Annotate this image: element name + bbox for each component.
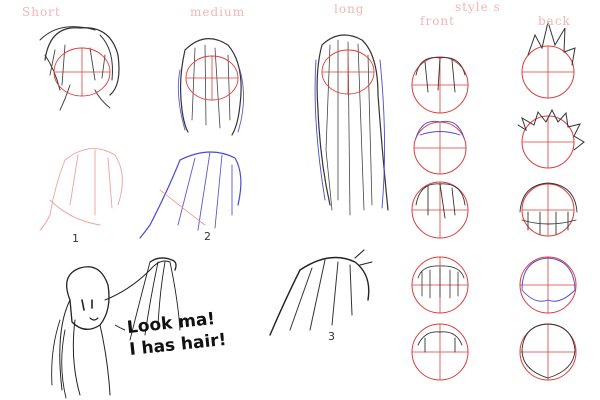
back-head-4 [519,256,577,314]
back-head-2 [517,108,585,169]
back-head-1 [521,20,576,99]
step-2-sketch [139,151,242,239]
long-hair-sketch [314,34,389,216]
label-medium: medium [190,5,246,19]
back-head-3 [519,182,578,237]
label-short: Short [22,5,61,19]
label-long: long [334,2,365,16]
front-head-5 [411,323,469,381]
back-head-5 [519,323,577,381]
short-hair-sketch [39,26,120,111]
step-number-1: 1 [72,232,79,245]
front-head-1 [411,56,469,114]
front-head-2 [413,120,467,175]
front-head-3 [411,181,469,239]
step-number-2: 2 [204,230,211,243]
front-head-4 [411,256,469,314]
step-3-sketch [269,249,373,336]
speech-pointer [114,324,126,331]
back-style-heads [517,20,585,381]
label-styles: style s [455,0,501,14]
medium-hair-sketch [177,38,244,136]
step-number-3: 3 [328,330,335,343]
label-front: front [420,14,455,28]
sketch-canvas [39,20,585,399]
step-1-sketch [39,148,123,231]
label-back: back [538,14,571,28]
front-style-heads [411,56,469,381]
